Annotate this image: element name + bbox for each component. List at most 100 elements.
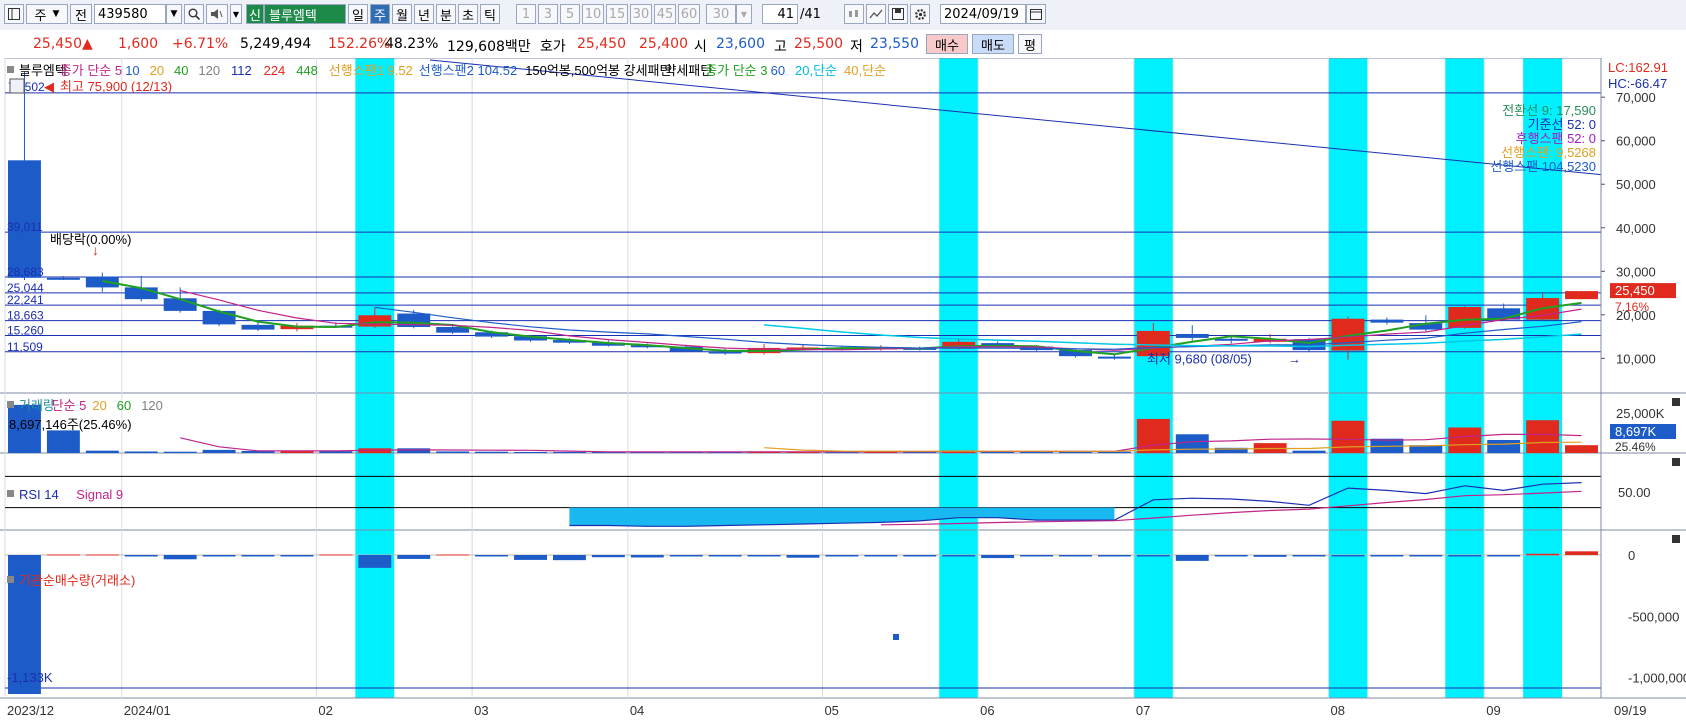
calendar-icon[interactable] [1026, 4, 1046, 24]
price-legend-10: 선행스팬2 104.52 [419, 63, 517, 78]
inst-bar-7 [280, 555, 314, 557]
speaker-dropdown[interactable]: ▼ [230, 4, 242, 24]
volume-bar-5 [202, 449, 236, 453]
inst-bar-29 [1136, 555, 1170, 557]
volume-legend-1: 단순 5 [52, 398, 87, 413]
x-axis-label-8: 08 [1331, 703, 1345, 718]
inst-bar-13 [514, 555, 547, 560]
inst-bar-28 [1097, 555, 1131, 557]
chevron-down-icon: ▼ [232, 9, 240, 19]
ichimoku-label-1: 기준선 52: 0 [1528, 117, 1596, 132]
interval-30[interactable]: 30 [630, 4, 652, 24]
interval-select[interactable]: 30 [706, 4, 736, 24]
volume-bar-14 [552, 451, 586, 453]
code-input[interactable]: 439580 [94, 4, 166, 24]
interval-15[interactable]: 15 [606, 4, 628, 24]
rsi-legend-0: RSI 14 [19, 487, 59, 502]
price-legend-1: 종가 단순 5 [60, 63, 122, 78]
rsi-axis-label: 50.00 [1618, 485, 1651, 500]
candle-5 [202, 310, 236, 325]
turnover-ratio: 48.23% [385, 36, 439, 52]
x-axis-label-6: 06 [980, 703, 994, 718]
low-label: 저 [850, 39, 863, 55]
toolbar: 주 ▼ 전 439580 ▼ ▼ 신 블루엠텍 일 주 월 년 분 초 틱 1 3… [0, 0, 1686, 31]
interval-5[interactable]: 5 [560, 4, 580, 24]
save-icon[interactable] [888, 4, 908, 24]
candle-3 [124, 287, 158, 300]
high-price: 25,500 [794, 36, 843, 52]
volume-legend-2: 20 [92, 398, 106, 413]
candle-40 [1565, 291, 1598, 300]
inst-bar-6 [241, 555, 275, 557]
interval-60[interactable]: 60 [678, 4, 700, 24]
highlight-band-2 [1133, 58, 1173, 698]
prev-button[interactable]: 전 [70, 4, 92, 24]
inst-bar-27 [1059, 555, 1092, 557]
ichimoku-label-3: 선행스팬: 9,5268 [1501, 145, 1596, 160]
hc-label: HC:-66.47 [1608, 76, 1667, 91]
code-dropdown[interactable]: ▼ [166, 4, 182, 24]
count-input[interactable]: 41 [762, 4, 798, 24]
inst-bar-38 [1487, 555, 1521, 557]
rsi-legend-icon [7, 490, 14, 497]
candle-1 [46, 277, 80, 280]
quote-bar: 25,450 ▲ 1,600 +6.71% 5,249,494 152.26% … [0, 30, 1686, 59]
price-legend-16: 40,단순 [844, 63, 886, 78]
trend-tool-icon[interactable] [866, 4, 886, 24]
inst-marker [893, 634, 899, 640]
interval-dropdown[interactable]: ▼ [736, 4, 752, 24]
inst-bar-18 [708, 555, 742, 557]
candle-settings-icon[interactable] [844, 4, 864, 24]
inst-axis-label-1: -500,000 [1628, 609, 1679, 624]
interval-10[interactable]: 10 [582, 4, 604, 24]
volume-current-label: 8,697K [1615, 424, 1657, 439]
speaker-icon[interactable] [206, 4, 228, 24]
x-axis-label-3: 03 [474, 703, 488, 718]
date-input[interactable]: 2024/09/19 [940, 4, 1026, 24]
market-select[interactable]: 주 ▼ [26, 4, 68, 24]
period-tab-tick[interactable]: 틱 [480, 4, 500, 24]
sell-button[interactable]: 매도 [972, 34, 1014, 54]
gear-icon[interactable] [910, 4, 930, 24]
period-tab-week[interactable]: 주 [370, 4, 390, 24]
candle-31 [1214, 338, 1248, 341]
interval-3[interactable]: 3 [538, 4, 558, 24]
level-label-5: 15,260 [7, 323, 44, 337]
interval-1[interactable]: 1 [516, 4, 536, 24]
period-tab-day[interactable]: 일 [348, 4, 368, 24]
eval-button[interactable]: 평 [1018, 34, 1042, 54]
volume-bar-39 [1526, 420, 1560, 453]
inst-bar-4 [163, 555, 197, 560]
chart-menu-icon [9, 78, 25, 94]
price-change: 1,600 [118, 36, 159, 52]
inst-bar-24 [942, 555, 976, 557]
inst-bar-20 [786, 555, 820, 558]
buy-button[interactable]: 매수 [926, 34, 968, 54]
new-listing-badge: 신 [246, 4, 264, 24]
period-tab-month[interactable]: 월 [392, 4, 412, 24]
ask-price: 25,450 [577, 36, 626, 52]
candle-37 [1448, 306, 1482, 328]
inst-bar-34 [1331, 555, 1365, 557]
price-axis-label-0: 70,000 [1616, 90, 1656, 105]
layout-icon[interactable] [4, 4, 24, 24]
period-tab-second[interactable]: 초 [458, 4, 478, 24]
search-icon[interactable] [184, 4, 204, 24]
period-tab-year[interactable]: 년 [414, 4, 434, 24]
volume-bar-38 [1487, 440, 1521, 453]
price-legend-6: 112 [231, 63, 252, 78]
interval-45[interactable]: 45 [654, 4, 676, 24]
price-legend-13: 종가 단순 3 [705, 63, 767, 78]
dividend-arrow-icon: ↓ [92, 242, 99, 258]
price-legend-4: 40 [174, 63, 188, 78]
volume-bar-4 [163, 451, 197, 453]
inst-bar-25 [981, 555, 1015, 559]
inst-bar-33 [1292, 555, 1326, 557]
chart-area[interactable]: 70,00060,00050,00040,00030,00020,00010,0… [0, 58, 1686, 721]
volume-bar-12 [475, 451, 509, 453]
bid-price: 25,400 [639, 36, 688, 52]
period-tab-minute[interactable]: 분 [436, 4, 456, 24]
candle-6 [241, 324, 275, 330]
inst-bar-35 [1370, 555, 1404, 557]
x-axis-label-7: 07 [1136, 703, 1150, 718]
